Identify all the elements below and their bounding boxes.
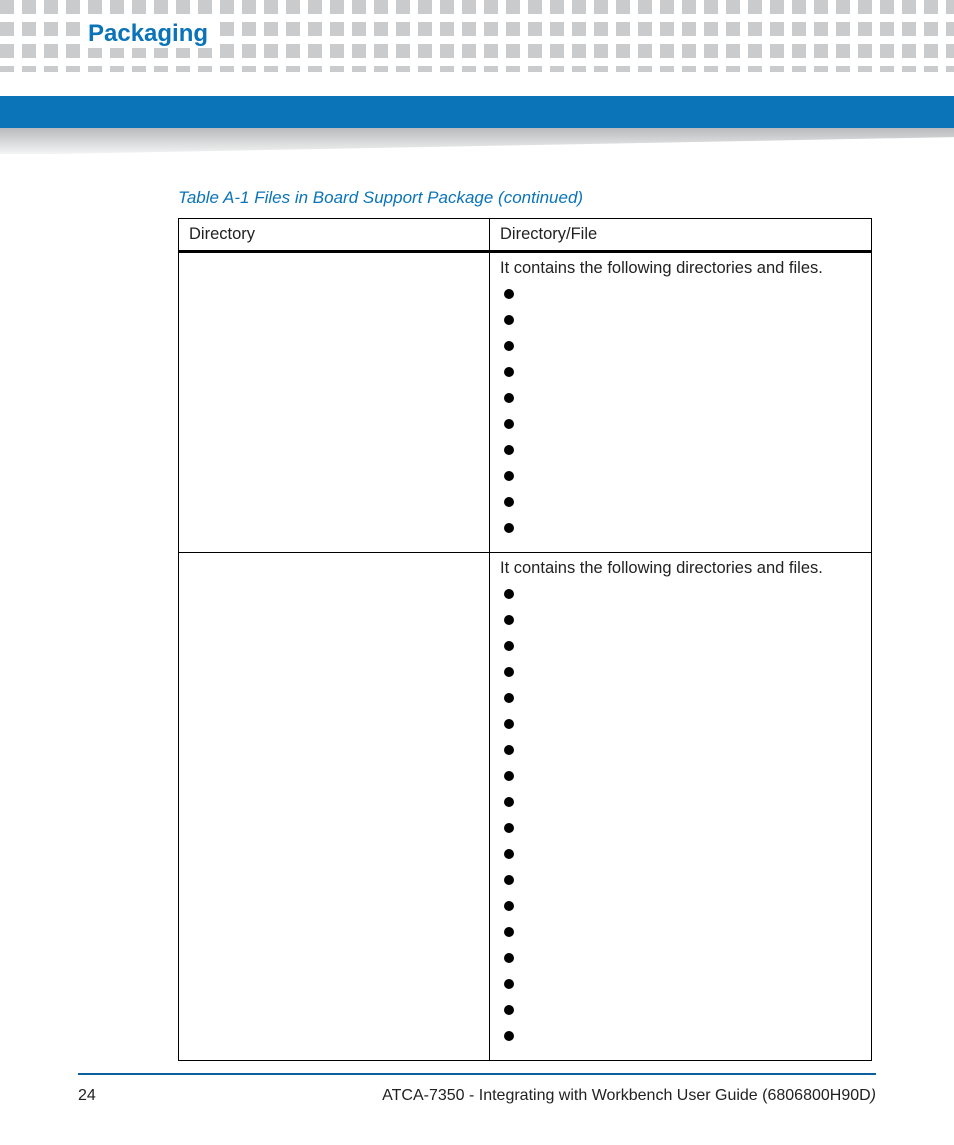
file-bullet xyxy=(500,492,861,518)
file-bullet xyxy=(500,362,861,388)
file-bullet xyxy=(500,766,861,792)
col-directory: Directory xyxy=(179,219,490,252)
file-bullet xyxy=(500,518,861,544)
file-bullet xyxy=(500,284,861,310)
file-bullet xyxy=(500,714,861,740)
file-bullet xyxy=(500,870,861,896)
document-page: Packaging Table A-1 Files in Board Suppo… xyxy=(0,0,954,1145)
file-bullet xyxy=(500,610,861,636)
file-bullet xyxy=(500,662,861,688)
closing-paren: ) xyxy=(871,1087,876,1104)
file-bullet xyxy=(500,740,861,766)
file-bullet xyxy=(500,636,861,662)
cell-intro-text: It contains the following directories an… xyxy=(500,259,861,278)
page-footer: 24 ATCA-7350 - Integrating with Workbenc… xyxy=(78,1087,876,1105)
file-bullet xyxy=(500,414,861,440)
cell-directory xyxy=(179,252,490,553)
cell-directory-file: It contains the following directories an… xyxy=(490,553,872,1061)
file-bullet xyxy=(500,310,861,336)
page-number: 24 xyxy=(78,1087,96,1105)
file-bullet xyxy=(500,792,861,818)
file-bullet xyxy=(500,466,861,492)
doc-reference: ATCA-7350 - Integrating with Workbench U… xyxy=(382,1087,876,1105)
file-bullet-list xyxy=(500,284,861,544)
file-bullet xyxy=(500,922,861,948)
header-shadow xyxy=(0,128,954,154)
table-row: It contains the following directories an… xyxy=(179,252,872,553)
table-row: It contains the following directories an… xyxy=(179,553,872,1061)
section-heading: Packaging xyxy=(80,20,216,48)
file-bullet xyxy=(500,336,861,362)
file-bullet xyxy=(500,844,861,870)
doc-title: ATCA-7350 - Integrating with Workbench U… xyxy=(382,1087,871,1104)
table-caption: Table A-1 Files in Board Support Package… xyxy=(178,188,872,208)
header-blue-bar xyxy=(0,96,954,128)
file-bullet xyxy=(500,584,861,610)
file-bullet xyxy=(500,974,861,1000)
col-directory-file: Directory/File xyxy=(490,219,872,252)
file-bullet xyxy=(500,388,861,414)
cell-intro-text: It contains the following directories an… xyxy=(500,559,861,578)
file-bullet xyxy=(500,440,861,466)
file-bullet-list xyxy=(500,584,861,1052)
file-bullet xyxy=(500,688,861,714)
cell-directory xyxy=(179,553,490,1061)
table-header-row: Directory Directory/File xyxy=(179,219,872,252)
footer-rule xyxy=(78,1073,876,1075)
file-bullet xyxy=(500,818,861,844)
file-bullet xyxy=(500,896,861,922)
main-content: Table A-1 Files in Board Support Package… xyxy=(178,188,872,1061)
file-bullet xyxy=(500,948,861,974)
file-bullet xyxy=(500,1026,861,1052)
bsp-table: Directory Directory/File It contains the… xyxy=(178,218,872,1061)
file-bullet xyxy=(500,1000,861,1026)
table-body: It contains the following directories an… xyxy=(179,252,872,1061)
cell-directory-file: It contains the following directories an… xyxy=(490,252,872,553)
